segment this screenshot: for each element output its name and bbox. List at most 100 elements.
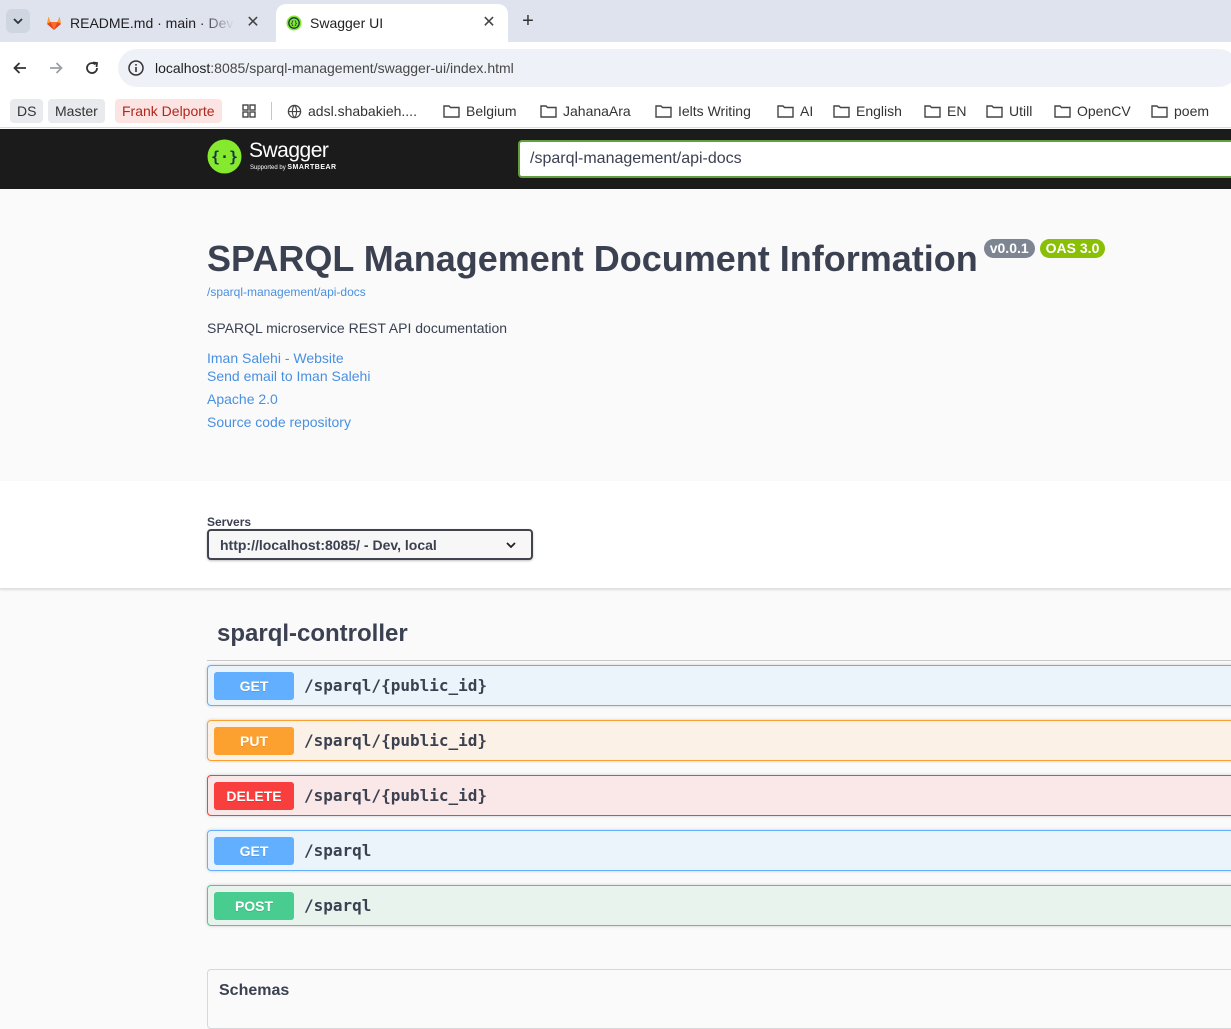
browser-toolbar: localhost:8085/sparql-management/swagger…: [0, 42, 1231, 94]
spec-link[interactable]: /sparql-management/api-docs: [207, 285, 366, 299]
forward-button[interactable]: [44, 56, 68, 80]
bookmark-folder-jahanaara[interactable]: JahanaAra: [540, 99, 631, 123]
contact-website-link[interactable]: Iman Salehi - Website: [207, 350, 344, 366]
reload-button[interactable]: [80, 56, 104, 80]
contact-email-link[interactable]: Send email to Iman Salehi: [207, 368, 370, 384]
folder-icon: [443, 105, 460, 118]
address-url[interactable]: localhost:8085/sparql-management/swagger…: [155, 60, 514, 76]
swagger-brand: Swagger: [249, 139, 329, 162]
close-icon[interactable]: ✕: [480, 14, 498, 32]
tab-readme[interactable]: README.md · main · Dev ✕: [36, 4, 272, 42]
bookmark-ds[interactable]: DS: [10, 99, 44, 123]
swagger-tagline: Supported by SMARTBEAR: [250, 164, 337, 171]
operation-path: /sparql: [304, 896, 372, 915]
apps-grid-icon: [242, 104, 256, 118]
apps-button[interactable]: [242, 99, 262, 123]
reload-icon: [86, 61, 99, 74]
bookmark-label: poem: [1174, 103, 1210, 119]
oas-badge: OAS 3.0: [1039, 239, 1106, 258]
browser-tab-strip: README.md · main · Dev ✕ {} Swagger UI ✕…: [0, 0, 1231, 42]
bookmark-folder-poem[interactable]: poem: [1151, 99, 1209, 123]
api-description: SPARQL microservice REST API documentati…: [207, 320, 508, 336]
folder-icon: [1054, 105, 1071, 118]
back-button[interactable]: [8, 56, 32, 80]
folder-icon: [986, 105, 1003, 118]
bookmark-folder-utill[interactable]: Utill: [986, 99, 1032, 123]
version-badge: v0.0.1: [983, 239, 1035, 258]
address-host: localhost: [155, 60, 211, 76]
spec-url-input[interactable]: /sparql-management/api-docs: [518, 140, 1231, 178]
operation-post-sparql[interactable]: POST /sparql: [207, 885, 1231, 926]
bookmark-folder-english[interactable]: English: [833, 99, 902, 123]
folder-icon: [540, 105, 557, 118]
operation-get-sparql-public-id[interactable]: GET /sparql/{public_id}: [207, 665, 1231, 706]
folder-icon: [924, 105, 941, 118]
address-path: :8085/sparql-management/swagger-ui/index…: [210, 60, 514, 76]
swagger-topbar: {·} Swagger Supported by SMARTBEAR /spar…: [0, 129, 1231, 189]
method-badge: DELETE: [214, 781, 294, 810]
chevron-down-icon: [506, 542, 516, 549]
tag-divider: [207, 660, 1231, 661]
bookmark-folder-belgium[interactable]: Belgium: [443, 99, 517, 123]
tag-header-sparql-controller[interactable]: sparql-controller: [217, 620, 408, 648]
globe-icon: [287, 104, 302, 118]
license-link[interactable]: Apache 2.0: [207, 391, 278, 407]
operation-put-sparql-public-id[interactable]: PUT /sparql/{public_id}: [207, 720, 1231, 761]
folder-icon: [1151, 105, 1168, 118]
method-badge: POST: [214, 891, 294, 920]
method-badge: GET: [214, 671, 294, 700]
bookmark-label: Frank Delporte: [122, 103, 215, 119]
api-info: SPARQL Management Document Information v…: [0, 189, 1231, 481]
new-tab-button[interactable]: +: [516, 10, 540, 34]
schemas-section[interactable]: Schemas: [207, 969, 1231, 1029]
servers-selected-value: http://localhost:8085/ - Dev, local: [220, 536, 437, 553]
bookmark-label: JahanaAra: [563, 103, 631, 119]
source-repo-link[interactable]: Source code repository: [207, 414, 351, 430]
bookmark-master[interactable]: Master: [48, 99, 105, 123]
svg-text:{}: {}: [290, 21, 298, 28]
bookmark-folder-en[interactable]: EN: [924, 99, 966, 123]
tab-swagger-ui[interactable]: {} Swagger UI ✕: [276, 4, 508, 42]
bookmark-label: Belgium: [466, 103, 517, 119]
bookmark-label: OpenCV: [1077, 103, 1131, 119]
folder-icon: [777, 105, 794, 118]
info-icon[interactable]: [127, 59, 145, 77]
folder-icon: [833, 105, 850, 118]
address-bar[interactable]: localhost:8085/sparql-management/swagger…: [118, 49, 1231, 87]
arrow-right-icon: [50, 62, 63, 74]
spec-url-value: /sparql-management/api-docs: [530, 150, 742, 167]
method-badge: GET: [214, 836, 294, 865]
tab-search-button[interactable]: [6, 9, 30, 33]
bookmarks-bar: DS Master Frank Delporte adsl.shabakieh.…: [0, 94, 1231, 128]
plus-icon: +: [522, 10, 534, 32]
operation-get-sparql[interactable]: GET /sparql: [207, 830, 1231, 871]
schemas-title: Schemas: [219, 982, 290, 999]
swagger-icon: {}: [286, 15, 302, 31]
bookmark-label: English: [856, 103, 902, 119]
bookmark-label: Utill: [1009, 103, 1033, 119]
bookmark-folder-opencv[interactable]: OpenCV: [1054, 99, 1131, 123]
bookmark-frank-delporte[interactable]: Frank Delporte: [115, 99, 222, 123]
bookmark-folder-ielts-writing[interactable]: Ielts Writing: [655, 99, 751, 123]
bookmark-label: Master: [55, 103, 98, 119]
title-row: SPARQL Management Document Information v…: [207, 237, 1106, 281]
close-icon[interactable]: ✕: [244, 14, 262, 32]
bookmark-label: DS: [17, 103, 37, 119]
operation-delete-sparql-public-id[interactable]: DELETE /sparql/{public_id}: [207, 775, 1231, 816]
swagger-logo-text: Swagger Supported by SMARTBEAR: [249, 139, 337, 171]
bookmark-label: adsl.shabakieh....: [308, 103, 417, 119]
operation-path: /sparql: [304, 841, 372, 860]
bookmark-folder-ai[interactable]: AI: [777, 99, 813, 123]
chevron-down-icon: [13, 18, 23, 25]
servers-select[interactable]: http://localhost:8085/ - Dev, local: [207, 529, 533, 560]
tab-title: README.md · main · Dev: [70, 15, 234, 31]
svg-text:{·}: {·}: [211, 148, 238, 166]
bookmark-label: EN: [947, 103, 967, 119]
bookmark-adsl[interactable]: adsl.shabakieh....: [287, 99, 417, 123]
operation-path: /sparql/{public_id}: [304, 676, 488, 695]
arrow-left-icon: [13, 62, 26, 74]
servers-label: Servers: [207, 515, 252, 529]
bookmarks-divider: [271, 102, 272, 120]
gitlab-icon: [47, 17, 61, 30]
swagger-logo[interactable]: {·} Swagger Supported by SMARTBEAR: [207, 139, 337, 174]
